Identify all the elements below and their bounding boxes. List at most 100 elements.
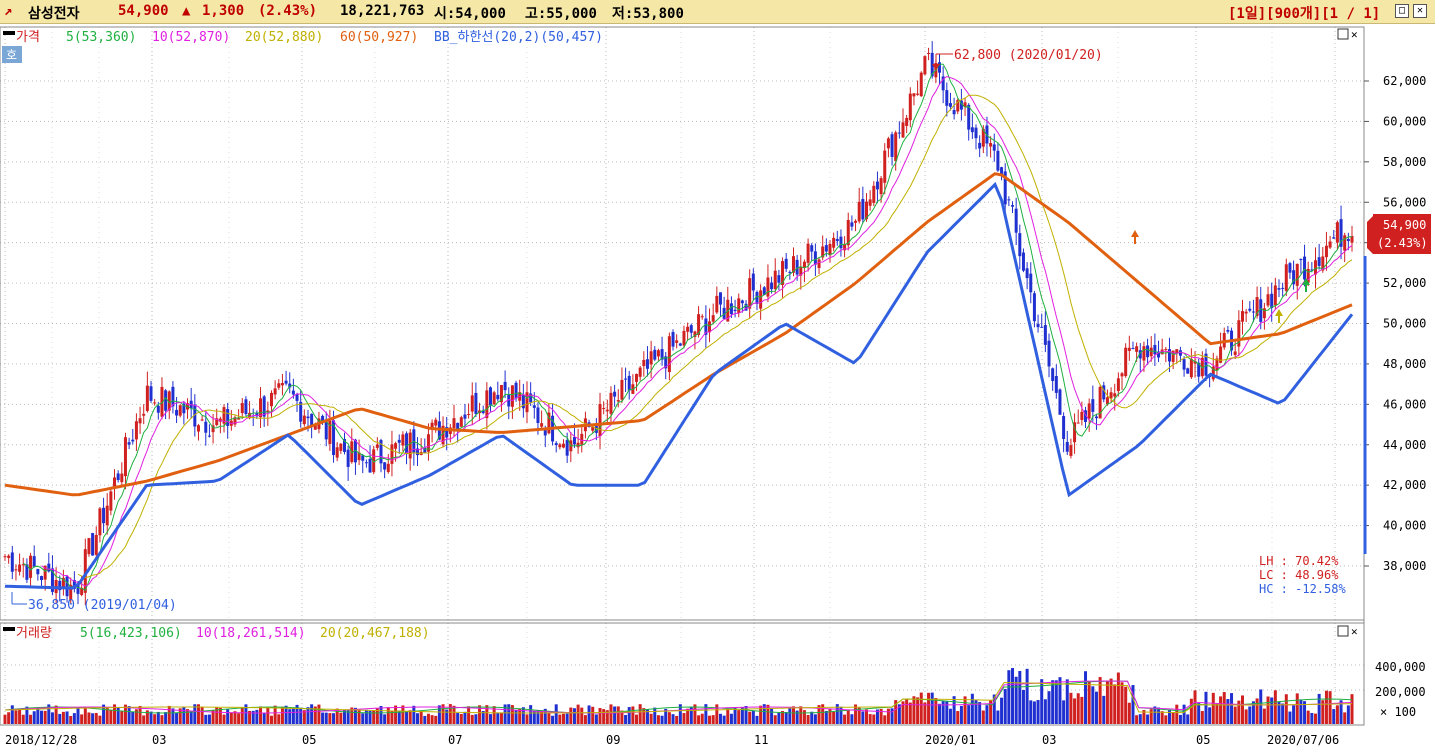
period-controls[interactable]: [1일][900개][1 / 1]	[1228, 3, 1380, 23]
candle	[952, 110, 956, 115]
legend-ma10[interactable]: 10(52,870)	[152, 30, 230, 45]
vol-unit: × 100	[1380, 705, 1416, 719]
stock-name[interactable]: 삼성전자	[28, 3, 80, 23]
candle	[1051, 368, 1055, 382]
volume-bar	[540, 710, 544, 724]
legend-ma5[interactable]: 5(53,360)	[66, 30, 136, 45]
candle	[1036, 323, 1040, 328]
volume-bar	[952, 696, 956, 724]
volume-bar	[186, 709, 190, 724]
volume-bar	[218, 707, 222, 724]
volume-bar	[1200, 711, 1204, 724]
candle	[788, 271, 792, 273]
volume-bar	[361, 713, 365, 724]
volume-bar	[280, 706, 284, 724]
legend-vol-ma10[interactable]: 10(18,261,514)	[196, 626, 306, 641]
volume-bar	[868, 714, 872, 724]
volume-bar	[167, 705, 171, 724]
volume-bar	[1310, 712, 1314, 724]
volume-bar	[80, 714, 84, 724]
volume-bar	[711, 715, 715, 724]
candle	[1054, 376, 1058, 393]
panel-close-icon[interactable]: ✕	[1351, 28, 1358, 41]
volume-bar	[529, 705, 533, 724]
candle	[1251, 311, 1255, 313]
candle	[1167, 349, 1171, 362]
volume-bar	[339, 712, 343, 724]
volume-bar	[1171, 712, 1175, 724]
legend-ma20[interactable]: 20(52,880)	[245, 30, 323, 45]
close-icon[interactable]: ✕	[1413, 4, 1427, 18]
volume-bar	[182, 707, 186, 724]
candle	[1270, 293, 1274, 308]
candle	[1182, 359, 1186, 370]
vol-ma10-line	[4, 680, 1353, 714]
maximize-icon[interactable]: □	[1395, 4, 1409, 18]
volume-bar	[751, 710, 755, 724]
volume-bar	[861, 711, 865, 724]
volume-bar	[1135, 715, 1139, 724]
candle	[134, 421, 138, 440]
candle	[1021, 252, 1025, 271]
volume-bar	[934, 698, 938, 724]
volume-bar	[507, 704, 511, 724]
volume-bar	[1182, 704, 1186, 724]
candle	[576, 442, 580, 448]
y-tick-label: 40,000	[1383, 519, 1426, 533]
legend-bb-lower[interactable]: BB_하한선(20,2)(50,457)	[434, 30, 603, 45]
volume-bar	[642, 708, 646, 724]
volume-bar	[1288, 711, 1292, 724]
candle	[434, 419, 438, 426]
volume-bar	[1164, 715, 1168, 724]
y-tick-label: 46,000	[1383, 397, 1426, 411]
candle	[259, 398, 263, 418]
volume-panel-close-icon[interactable]: ✕	[1351, 625, 1358, 638]
volume-bar	[930, 692, 934, 724]
candle	[153, 402, 157, 404]
candle	[598, 404, 602, 437]
volume-bar	[1255, 698, 1259, 724]
candle	[832, 237, 836, 248]
candle	[1299, 258, 1303, 261]
candle	[10, 552, 14, 572]
volume-bar	[240, 708, 244, 724]
legend-vol-ma5[interactable]: 5(16,423,106)	[80, 626, 182, 641]
candle	[32, 556, 36, 567]
volume-bar	[401, 705, 405, 724]
volume-bar	[562, 713, 566, 724]
legend-ma60[interactable]: 60(50,927)	[340, 30, 418, 45]
candle	[408, 432, 412, 459]
volume-bar	[65, 711, 69, 724]
volume-bar	[883, 715, 887, 724]
candle	[875, 181, 879, 190]
candle	[1226, 330, 1230, 332]
volume-bar	[1270, 697, 1274, 724]
panel-maximize-icon[interactable]	[1337, 28, 1349, 40]
volume-bar	[1299, 699, 1303, 724]
volume-bar	[1087, 680, 1091, 724]
volume-bar	[1178, 714, 1182, 724]
volume-bar	[1062, 700, 1066, 724]
volume-bar	[317, 704, 321, 724]
volume-bar	[551, 715, 555, 724]
legend-vol-ma20[interactable]: 20(20,467,188)	[320, 626, 430, 641]
candle	[1094, 416, 1098, 419]
volume-panel-maximize-icon[interactable]	[1337, 625, 1349, 637]
volume-bar	[1003, 689, 1007, 724]
volume-bar	[729, 713, 733, 724]
candle	[3, 556, 7, 558]
volume-bar	[94, 712, 98, 724]
volume-bar	[554, 704, 558, 724]
volume-bar	[981, 710, 985, 724]
candle	[996, 150, 1000, 171]
candle	[572, 437, 576, 445]
candle	[14, 569, 18, 571]
volume-bar	[426, 713, 430, 724]
candle	[700, 316, 704, 318]
volume-bar	[1138, 714, 1142, 724]
legend-volume[interactable]: 거래량	[16, 626, 52, 641]
volume-bar	[485, 705, 489, 724]
volume-bar	[372, 710, 376, 724]
legend-price[interactable]: 가격	[16, 30, 40, 45]
volume-bar	[3, 714, 7, 724]
